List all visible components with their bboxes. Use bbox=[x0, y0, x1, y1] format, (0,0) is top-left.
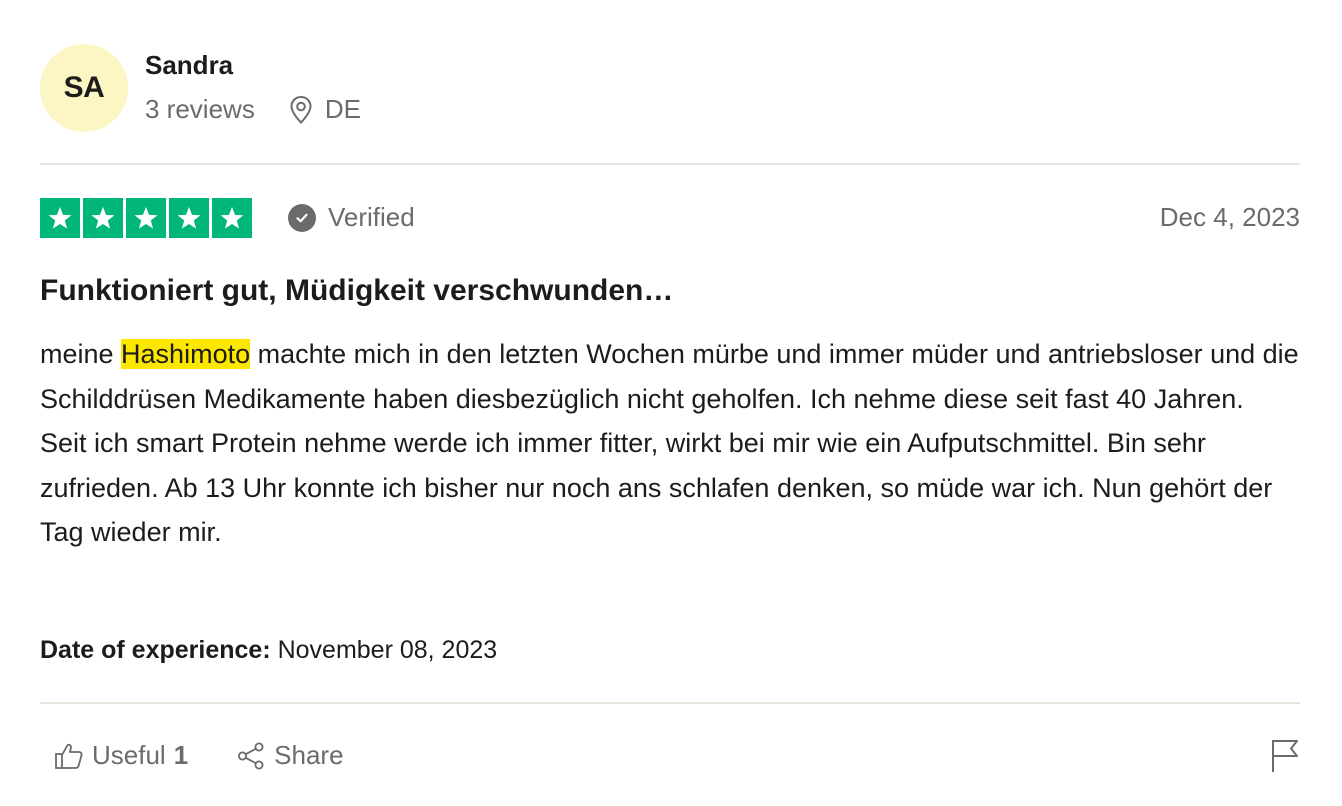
review-actions: Useful 1 Share bbox=[54, 740, 344, 771]
flag-icon bbox=[1272, 740, 1298, 772]
star-icon bbox=[40, 198, 80, 238]
date-of-experience: Date of experience: November 08, 2023 bbox=[40, 636, 497, 665]
star-icon bbox=[212, 198, 252, 238]
reviewer-meta: 3 reviews DE bbox=[145, 94, 361, 125]
useful-count: 1 bbox=[173, 740, 189, 770]
country-code: DE bbox=[324, 94, 361, 124]
useful-button[interactable]: Useful 1 bbox=[54, 740, 188, 771]
review-body: meine Hashimoto machte mich in den letzt… bbox=[40, 332, 1302, 555]
review-date: Dec 4, 2023 bbox=[1159, 202, 1300, 232]
verified-label: Verified bbox=[328, 202, 415, 232]
review-title[interactable]: Funktioniert gut, Müdigkeit verschwunden… bbox=[40, 274, 673, 308]
experience-label: Date of experience: bbox=[40, 636, 271, 664]
review-text-intro: meine bbox=[40, 339, 122, 369]
star-icon bbox=[83, 198, 123, 238]
thumbs-up-icon bbox=[55, 743, 83, 769]
divider-top bbox=[40, 163, 1300, 165]
divider-bottom bbox=[40, 702, 1300, 704]
share-icon bbox=[238, 742, 264, 769]
share-button[interactable]: Share bbox=[236, 740, 344, 771]
review-paragraph-2: Seit ich smart Protein nehme werde ich i… bbox=[40, 428, 1273, 548]
star-icon bbox=[126, 198, 166, 238]
experience-date: November 08, 2023 bbox=[277, 636, 498, 664]
verified-badge[interactable]: Verified bbox=[288, 202, 415, 233]
useful-label: Useful bbox=[92, 740, 166, 770]
reviewer-location: DE bbox=[289, 94, 361, 125]
review-paragraph-1: meine Hashimoto machte mich in den letzt… bbox=[40, 332, 1302, 421]
share-label: Share bbox=[274, 740, 344, 770]
review-card: SA Sandra 3 reviews DE Verified Dec 4, 2… bbox=[0, 0, 1342, 806]
check-circle-icon bbox=[288, 203, 316, 232]
avatar[interactable]: SA bbox=[40, 44, 128, 132]
location-pin-icon bbox=[290, 95, 312, 124]
star-icon bbox=[169, 198, 209, 238]
reviews-count: 3 reviews bbox=[145, 94, 255, 124]
highlighted-keyword: Hashimoto bbox=[121, 339, 251, 369]
star-rating bbox=[40, 198, 252, 238]
report-button[interactable] bbox=[1270, 738, 1300, 779]
reviewer-name[interactable]: Sandra bbox=[145, 50, 233, 81]
